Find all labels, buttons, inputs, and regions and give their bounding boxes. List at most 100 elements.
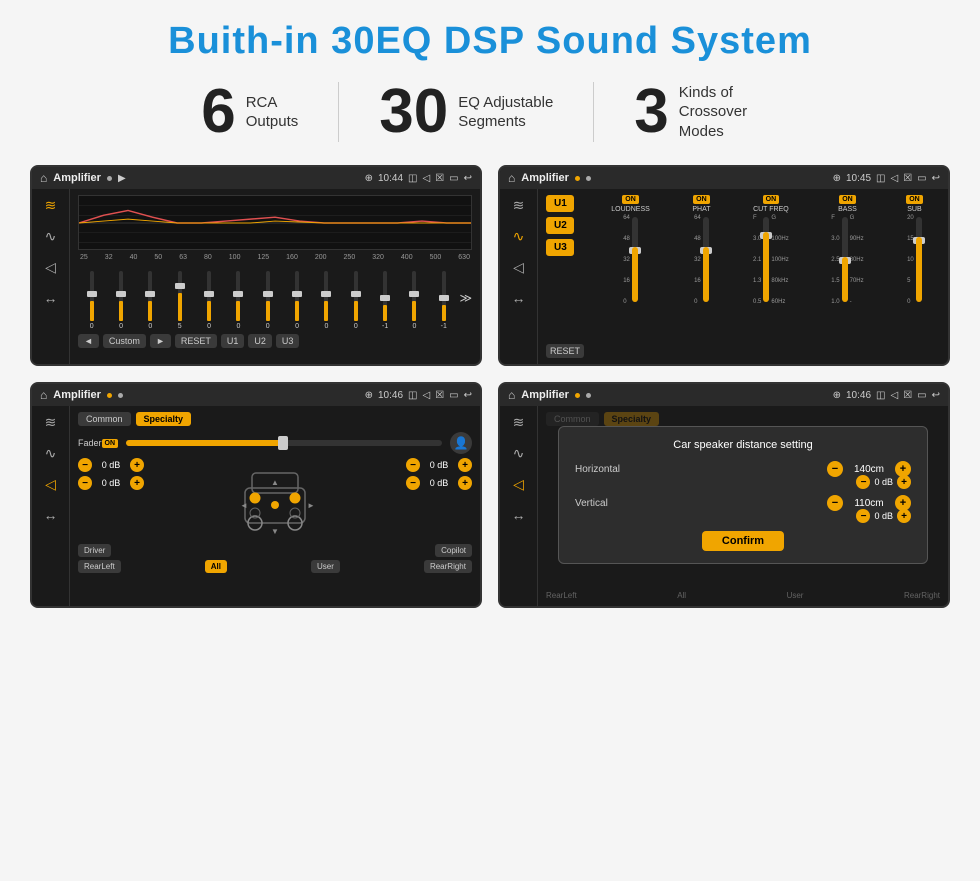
fader-sidebar-arrows-icon[interactable]: ↔ — [44, 507, 58, 523]
cross-sidebar-eq-icon[interactable]: ≋ — [513, 197, 525, 214]
dialog-sidebar-speaker-icon[interactable]: ◁ — [513, 476, 524, 493]
dialog-topbar: ⌂ Amplifier ⊕ 10:46 ◫ ◁ ☒ ▭ ↩ — [500, 384, 948, 406]
eq-expand-icon[interactable]: ≫ — [459, 291, 472, 305]
fader-tab-common[interactable]: Common — [78, 412, 131, 426]
dialog-sidebar-eq-icon[interactable]: ≋ — [513, 414, 525, 431]
dialog-horizontal-minus[interactable]: − — [827, 461, 843, 477]
fader-x-icon: ☒ — [435, 390, 444, 401]
dialog-home-icon[interactable]: ⌂ — [508, 388, 515, 402]
dialog-back-icon[interactable]: ↩ — [932, 390, 940, 401]
dialog-cam-icon: ◫ — [876, 390, 885, 401]
eq-home-icon[interactable]: ⌂ — [40, 171, 47, 185]
cross-reset-btn[interactable]: RESET — [546, 344, 584, 358]
stat-cross: 3 Kinds of Crossover Modes — [594, 81, 818, 143]
eq-slider-8: 0 — [283, 271, 310, 330]
eq-custom-btn[interactable]: Custom — [103, 334, 146, 348]
cross-content: U1 U2 U3 RESET ON LOUDNESS — [538, 189, 948, 364]
cross-cutfreq: ON CUT FREQ F3.02.11.30.5 G100Hz100Hz80k… — [753, 195, 789, 358]
fader-driver-btn[interactable]: Driver — [78, 544, 111, 557]
dialog-sidebar: ≋ ∿ ◁ ↔ — [500, 406, 538, 606]
fader-profile-icon[interactable]: 👤 — [450, 432, 472, 454]
dialog-sidebar-wave-icon[interactable]: ∿ — [513, 445, 525, 462]
dialog-bg-common: Common — [546, 412, 599, 426]
eq-prev-btn[interactable]: ◄ — [78, 334, 99, 348]
fader-sidebar-eq-icon[interactable]: ≋ — [45, 414, 57, 431]
cross-home-icon[interactable]: ⌂ — [508, 171, 515, 185]
cross-sidebar-wave-icon[interactable]: ∿ — [513, 228, 525, 245]
cross-back-icon[interactable]: ↩ — [932, 173, 940, 184]
eq-sidebar-wave-icon[interactable]: ∿ — [45, 228, 57, 245]
dialog-pin-icon: ⊕ — [833, 390, 841, 401]
fader-minus-1[interactable]: − — [78, 458, 92, 472]
dialog-right-plus-1[interactable]: + — [897, 475, 911, 489]
fader-minus-4[interactable]: − — [406, 476, 420, 490]
confirm-button[interactable]: Confirm — [702, 531, 784, 551]
fader-db-row-1: − 0 dB + — [78, 458, 144, 472]
fader-speaker-btns: Driver Copilot — [78, 544, 472, 557]
eq-play-icon[interactable]: ▶ — [118, 173, 126, 184]
dialog-vertical-minus[interactable]: − — [827, 495, 843, 511]
stat-eq-number: 30 — [379, 81, 448, 143]
fader-sidebar-wave-icon[interactable]: ∿ — [45, 445, 57, 462]
cross-cam-icon: ◫ — [876, 173, 885, 184]
fader-plus-1[interactable]: + — [130, 458, 144, 472]
fader-minus-3[interactable]: − — [406, 458, 420, 472]
fader-plus-2[interactable]: + — [130, 476, 144, 490]
eq-sidebar-arrows-icon[interactable]: ↔ — [44, 290, 58, 306]
cross-bass: ON BASS F3.02.51.51.0 G90Hz80Hz70Hz- — [831, 195, 863, 358]
fader-left-col: − 0 dB + − 0 dB + — [78, 458, 144, 538]
eq-sidebar-eq-icon[interactable]: ≋ — [45, 197, 57, 214]
fader-plus-4[interactable]: + — [458, 476, 472, 490]
screen-eq-card: ⌂ Amplifier ▶ ⊕ 10:44 ◫ ◁ ☒ ▭ ↩ ≋ — [30, 165, 482, 366]
cross-u1-btn[interactable]: U1 — [546, 195, 574, 212]
eq-next-btn[interactable]: ► — [150, 334, 171, 348]
dialog-right-minus-1[interactable]: − — [856, 475, 870, 489]
fader-plus-3[interactable]: + — [458, 458, 472, 472]
dialog-right-minus-2[interactable]: − — [856, 509, 870, 523]
cross-sq-icon: ▭ — [917, 173, 926, 184]
fader-time: 10:46 — [378, 390, 403, 401]
eq-slider-4: 5 — [166, 271, 193, 330]
dialog-vol-icon: ◁ — [890, 390, 898, 401]
fader-control-row: Fader ON 👤 — [78, 432, 472, 454]
eq-sidebar-speaker-icon[interactable]: ◁ — [45, 259, 56, 276]
dialog-bg-btns: RearLeft All User RearRight — [546, 591, 940, 600]
stat-rca-number: 6 — [201, 81, 235, 143]
fader-rearleft-btn[interactable]: RearLeft — [78, 560, 121, 573]
fader-body: ≋ ∿ ◁ ↔ Common Specialty Fader ON — [32, 406, 480, 606]
fader-user-btn[interactable]: User — [311, 560, 340, 573]
dialog-x-icon: ☒ — [903, 390, 912, 401]
fader-home-icon[interactable]: ⌂ — [40, 388, 47, 402]
fader-back-icon[interactable]: ↩ — [464, 390, 472, 401]
fader-right-col: − 0 dB + − 0 dB + — [406, 458, 472, 538]
cross-sidebar-arrows-icon[interactable]: ↔ — [512, 290, 526, 306]
fader-minus-2[interactable]: − — [78, 476, 92, 490]
cross-u2-btn[interactable]: U2 — [546, 217, 574, 234]
eq-reset-btn[interactable]: RESET — [175, 334, 217, 348]
dialog-horizontal-value: 140cm — [849, 464, 889, 475]
fader-sidebar-speaker-icon[interactable]: ◁ — [45, 476, 56, 493]
dialog-sq-icon: ▭ — [917, 390, 926, 401]
eq-u2-btn[interactable]: U2 — [248, 334, 272, 348]
eq-back-icon[interactable]: ↩ — [464, 173, 472, 184]
fader-car-area: ▲ ▼ ◄ ► — [150, 458, 400, 538]
eq-u3-btn[interactable]: U3 — [276, 334, 300, 348]
cross-sidebar-speaker-icon[interactable]: ◁ — [513, 259, 524, 276]
fader-rearright-btn[interactable]: RearRight — [424, 560, 472, 573]
dialog-vertical-value: 110cm — [849, 498, 889, 509]
dialog-dot2 — [586, 393, 591, 398]
dialog-right-plus-2[interactable]: + — [897, 509, 911, 523]
cross-topbar: ⌂ Amplifier ⊕ 10:45 ◫ ◁ ☒ ▭ ↩ — [500, 167, 948, 189]
fader-tab-specialty[interactable]: Specialty — [136, 412, 192, 426]
screen-fader-card: ⌂ Amplifier ⊕ 10:46 ◫ ◁ ☒ ▭ ↩ ≋ — [30, 382, 482, 608]
fader-all-btn[interactable]: All — [205, 560, 227, 573]
eq-u1-btn[interactable]: U1 — [221, 334, 245, 348]
fader-slider-track[interactable] — [126, 440, 442, 446]
cross-u3-btn[interactable]: U3 — [546, 239, 574, 256]
dialog-vertical-label: Vertical — [575, 498, 608, 509]
stat-rca: 6 RCA Outputs — [161, 81, 338, 143]
dialog-sidebar-arrows-icon[interactable]: ↔ — [512, 507, 526, 523]
dialog-time: 10:46 — [846, 390, 871, 401]
eq-time: 10:44 — [378, 173, 403, 184]
fader-copilot-btn[interactable]: Copilot — [435, 544, 472, 557]
